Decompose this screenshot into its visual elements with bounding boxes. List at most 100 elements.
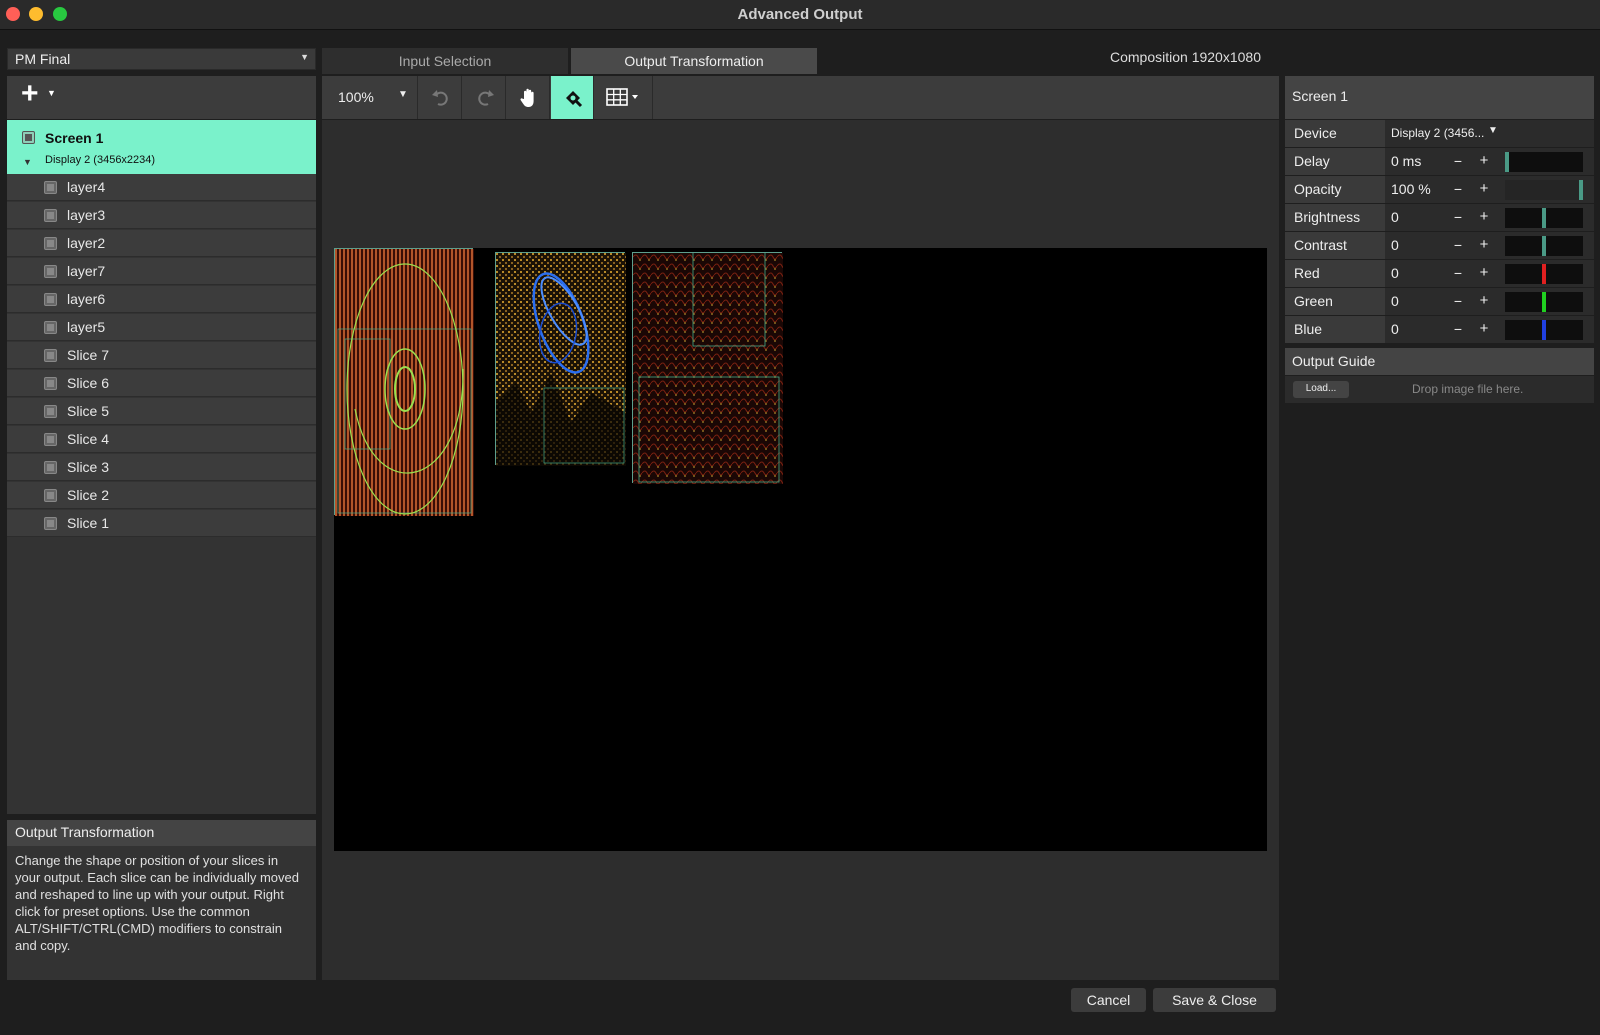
- layer-name: Slice 3: [67, 459, 110, 475]
- undo-button[interactable]: [419, 76, 462, 119]
- tree-layer-row[interactable]: Slice 6: [7, 370, 316, 397]
- contrast-decrement-button[interactable]: −: [1451, 237, 1465, 253]
- layer-enable-checkbox[interactable]: [44, 181, 57, 194]
- tree-layer-row[interactable]: layer6: [7, 286, 316, 313]
- layer-enable-checkbox[interactable]: [44, 265, 57, 278]
- green-label: Green: [1285, 288, 1385, 315]
- tree-layer-row[interactable]: Slice 3: [7, 454, 316, 481]
- layer-name: Slice 2: [67, 487, 110, 503]
- green-decrement-button[interactable]: −: [1451, 293, 1465, 309]
- green-value[interactable]: 0: [1391, 293, 1399, 309]
- chevron-down-icon: ▼: [47, 88, 56, 98]
- plus-icon: +: [21, 77, 39, 110]
- canvas-workspace[interactable]: [322, 120, 1279, 980]
- layer-enable-checkbox[interactable]: [44, 349, 57, 362]
- slider-handle[interactable]: [1542, 292, 1546, 312]
- brightness-label: Brightness: [1285, 204, 1385, 231]
- green-increment-button[interactable]: +: [1477, 292, 1491, 309]
- output-guide-row: Load... Drop image file here.: [1285, 376, 1594, 403]
- pan-tool-button[interactable]: [507, 76, 550, 119]
- slider-handle[interactable]: [1542, 320, 1546, 340]
- redo-button[interactable]: [463, 76, 506, 119]
- slice-content-image: [633, 250, 783, 484]
- tree-layer-row[interactable]: Slice 2: [7, 482, 316, 509]
- layer-enable-checkbox[interactable]: [44, 209, 57, 222]
- red-increment-button[interactable]: +: [1477, 264, 1491, 281]
- tree-layer-row[interactable]: layer5: [7, 314, 316, 341]
- expand-triangle-icon[interactable]: ▼: [23, 157, 32, 167]
- delay-slider[interactable]: [1505, 152, 1583, 172]
- brightness-value[interactable]: 0: [1391, 209, 1399, 225]
- save-close-button[interactable]: Save & Close: [1153, 988, 1276, 1012]
- load-guide-button[interactable]: Load...: [1293, 381, 1349, 398]
- chevron-down-icon[interactable]: ▼: [1488, 125, 1498, 136]
- layer-enable-checkbox[interactable]: [44, 461, 57, 474]
- blue-increment-button[interactable]: +: [1477, 320, 1491, 337]
- grid-button[interactable]: [595, 76, 653, 119]
- blue-value[interactable]: 0: [1391, 321, 1399, 337]
- layer-name: layer2: [67, 235, 106, 251]
- chevron-down-icon: ▼: [398, 89, 408, 100]
- screen-enable-checkbox[interactable]: [22, 131, 35, 144]
- tree-layer-row[interactable]: Slice 5: [7, 398, 316, 425]
- opacity-value[interactable]: 100 %: [1391, 181, 1431, 197]
- layer-enable-checkbox[interactable]: [44, 321, 57, 334]
- cancel-button[interactable]: Cancel: [1071, 988, 1146, 1012]
- slider-handle[interactable]: [1542, 208, 1546, 228]
- opacity-increment-button[interactable]: +: [1477, 180, 1491, 197]
- blue-slider[interactable]: [1505, 320, 1583, 340]
- delay-value[interactable]: 0 ms: [1391, 153, 1421, 169]
- opacity-slider[interactable]: [1505, 180, 1583, 200]
- slider-handle[interactable]: [1542, 264, 1546, 284]
- contrast-slider[interactable]: [1505, 236, 1583, 256]
- delay-decrement-button[interactable]: −: [1451, 153, 1465, 169]
- contrast-increment-button[interactable]: +: [1477, 236, 1491, 253]
- green-slider[interactable]: [1505, 292, 1583, 312]
- tab-output-transformation[interactable]: Output Transformation: [571, 48, 817, 74]
- tree-layer-row[interactable]: Slice 7: [7, 342, 316, 369]
- layer-enable-checkbox[interactable]: [44, 293, 57, 306]
- red-slider[interactable]: [1505, 264, 1583, 284]
- output-slice[interactable]: [632, 250, 783, 484]
- brightness-decrement-button[interactable]: −: [1451, 209, 1465, 225]
- output-slice[interactable]: [495, 252, 626, 466]
- layer-enable-checkbox[interactable]: [44, 489, 57, 502]
- red-decrement-button[interactable]: −: [1451, 265, 1465, 281]
- opacity-decrement-button[interactable]: −: [1451, 181, 1465, 197]
- contrast-row: Contrast 0 − +: [1285, 232, 1594, 260]
- tree-layer-row[interactable]: Slice 1: [7, 510, 316, 537]
- tree-screen-row[interactable]: Screen 1 ▼ Display 2 (3456x2234): [7, 120, 316, 174]
- screen-properties-header: Screen 1: [1285, 76, 1594, 119]
- blue-decrement-button[interactable]: −: [1451, 321, 1465, 337]
- layer-enable-checkbox[interactable]: [44, 433, 57, 446]
- layer-name: Slice 6: [67, 375, 110, 391]
- zoom-select[interactable]: 100% ▼: [322, 76, 418, 119]
- drop-zone-text[interactable]: Drop image file here.: [1412, 382, 1523, 396]
- slider-handle[interactable]: [1542, 236, 1546, 256]
- transform-tool-button[interactable]: [551, 76, 594, 119]
- blue-label: Blue: [1285, 316, 1385, 343]
- layer-enable-checkbox[interactable]: [44, 517, 57, 530]
- red-value[interactable]: 0: [1391, 265, 1399, 281]
- brightness-increment-button[interactable]: +: [1477, 208, 1491, 225]
- slider-handle[interactable]: [1579, 180, 1583, 200]
- grid-icon: [606, 88, 638, 106]
- tree-layer-row[interactable]: layer7: [7, 258, 316, 285]
- device-select[interactable]: Display 2 (3456...: [1391, 126, 1484, 140]
- contrast-value[interactable]: 0: [1391, 237, 1399, 253]
- output-slice[interactable]: [334, 248, 474, 516]
- slider-handle[interactable]: [1505, 152, 1509, 172]
- layer-enable-checkbox[interactable]: [44, 377, 57, 390]
- tree-layer-row[interactable]: Slice 4: [7, 426, 316, 453]
- tree-layer-row[interactable]: layer2: [7, 230, 316, 257]
- tab-input-selection[interactable]: Input Selection: [322, 48, 568, 74]
- output-canvas[interactable]: [334, 248, 1267, 851]
- brightness-slider[interactable]: [1505, 208, 1583, 228]
- preset-select[interactable]: PM Final ▼: [7, 48, 316, 70]
- tree-layer-row[interactable]: layer4: [7, 174, 316, 201]
- layer-enable-checkbox[interactable]: [44, 237, 57, 250]
- layer-enable-checkbox[interactable]: [44, 405, 57, 418]
- tree-layer-row[interactable]: layer3: [7, 202, 316, 229]
- delay-increment-button[interactable]: +: [1477, 152, 1491, 169]
- add-button[interactable]: + ▼: [19, 77, 59, 112]
